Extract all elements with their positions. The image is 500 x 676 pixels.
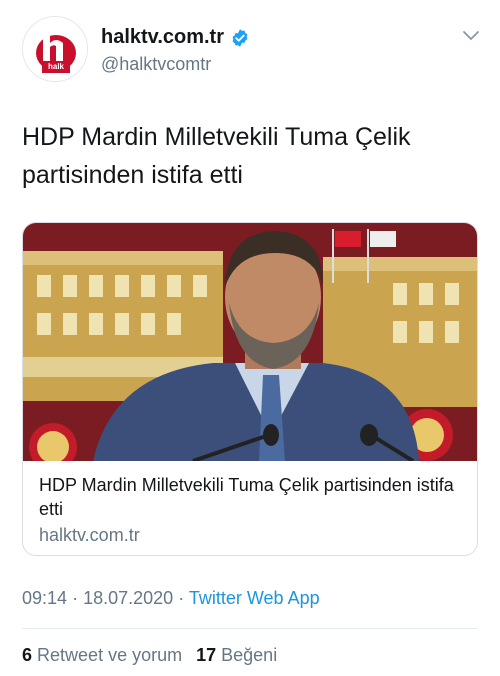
link-card[interactable]: HDP Mardin Milletvekili Tuma Çelik parti… (22, 222, 478, 556)
tweet-source-link[interactable]: Twitter Web App (189, 588, 320, 608)
chevron-down-icon[interactable] (462, 30, 480, 42)
meta-separator: · (72, 588, 79, 608)
card-title[interactable]: HDP Mardin Milletvekili Tuma Çelik parti… (39, 473, 463, 521)
name-row: halktv.com.tr (101, 26, 250, 49)
retweets-count: 6 (22, 645, 33, 665)
likes-label: Beğeni (221, 645, 278, 665)
tweet-time[interactable]: 09:14 (22, 588, 67, 608)
card-image[interactable] (23, 223, 478, 461)
tweet-meta: 09:14 · 18.07.2020 · Twitter Web App (22, 588, 320, 609)
avatar[interactable]: halk (22, 16, 88, 82)
meta-separator: · (178, 588, 185, 608)
display-name[interactable]: halktv.com.tr (101, 26, 224, 49)
likes-stat[interactable]: 17 Beğeni (196, 645, 277, 665)
tweet-header: halk halktv.com.tr @halktvcomtr (22, 16, 482, 82)
tweet-text: HDP Mardin Milletvekili Tuma Çelik parti… (22, 123, 411, 189)
verified-badge-icon (232, 28, 248, 47)
halk-logo-icon (23, 17, 87, 81)
avatar-label: halk (47, 62, 64, 71)
card-domain: halktv.com.tr (39, 525, 140, 545)
likes-count: 17 (196, 645, 217, 665)
tweet-stats: 6 Retweet ve yorum 17 Beğeni (22, 645, 277, 666)
divider (22, 628, 478, 629)
tweet-date[interactable]: 18.07.2020 (83, 588, 173, 608)
handle[interactable]: @halktvcomtr (101, 54, 211, 75)
retweets-stat[interactable]: 6 Retweet ve yorum (22, 645, 182, 665)
retweets-label: Retweet ve yorum (37, 645, 183, 665)
